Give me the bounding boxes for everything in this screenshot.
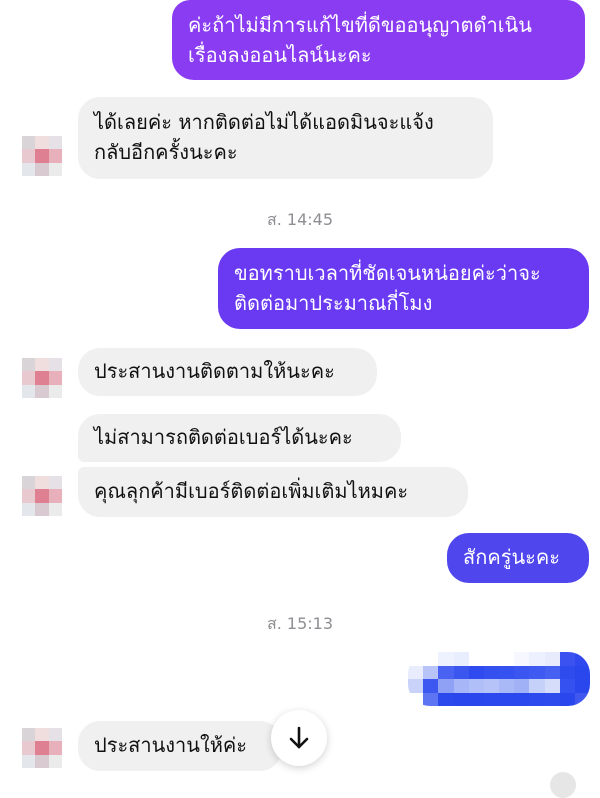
incoming-message[interactable]: ได้เลยค่ะ หากติดต่อไม่ได้แอดมินจะแจ้ง กล… [78, 97, 493, 179]
incoming-message[interactable]: ประสานงานติดตามให้นะคะ [78, 348, 377, 396]
read-receipt-avatar [550, 772, 576, 798]
outgoing-message[interactable]: ค่ะถ้าไม่มีการแก้ไขที่ดีขออนุญาตดำเนิน เ… [172, 0, 585, 80]
scroll-to-bottom-button[interactable] [271, 710, 327, 766]
outgoing-message[interactable]: ขอทราบเวลาที่ชัดเจนหน่อยค่ะว่าจะ ติดต่อม… [218, 248, 589, 329]
outgoing-message-blurred[interactable] [408, 652, 590, 706]
contact-avatar[interactable] [22, 728, 62, 768]
arrow-down-icon [289, 726, 309, 749]
timestamp: ส. 15:13 [266, 614, 334, 633]
contact-avatar[interactable] [22, 136, 62, 176]
incoming-message[interactable]: ประสานงานให้ค่ะ [78, 721, 282, 771]
timestamp: ส. 14:45 [266, 210, 334, 229]
incoming-message[interactable]: ไม่สามารถติดต่อเบอร์ได้นะคะ [78, 414, 401, 462]
contact-avatar[interactable] [22, 358, 62, 398]
contact-avatar[interactable] [22, 476, 62, 516]
incoming-message[interactable]: คุณลุกค้ามีเบอร์ติดต่อเพิ่มเติมไหมคะ [78, 467, 468, 517]
outgoing-message[interactable]: สักครู่นะคะ [447, 533, 589, 583]
